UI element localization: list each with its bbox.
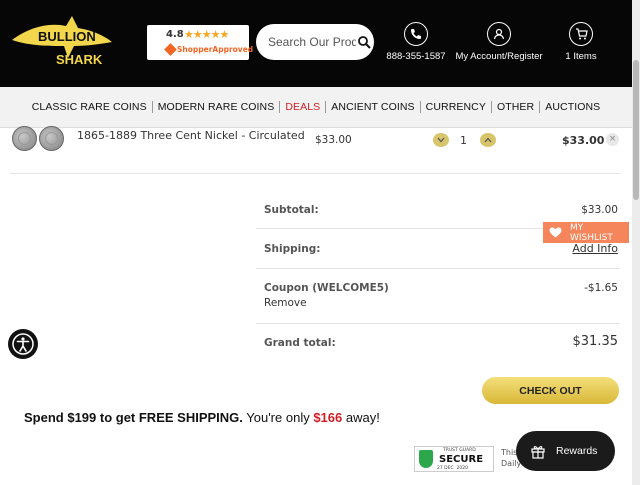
free-shipping-text-end: away! xyxy=(342,410,380,425)
add-shipping-info-link[interactable]: Add Info xyxy=(572,242,618,255)
rewards-label: Rewards xyxy=(556,445,598,457)
phone-link[interactable]: 888-355-1587 xyxy=(382,22,450,62)
grand-total-value: $31.35 xyxy=(572,334,619,349)
search-input[interactable] xyxy=(268,33,356,51)
secure-label: SECURE xyxy=(439,454,484,465)
checkout-button[interactable]: CHECK OUT xyxy=(482,377,619,404)
grand-total-label: Grand total: xyxy=(264,337,336,349)
wishlist-label: MY WISHLIST xyxy=(569,222,613,243)
divider xyxy=(256,323,620,324)
nav-item-currency[interactable]: CURRENCY xyxy=(421,101,492,113)
heart-icon xyxy=(549,227,562,238)
coupon-label: Coupon (WELCOME5) xyxy=(264,282,389,294)
nav-item-modern-rare-coins[interactable]: MODERN RARE COINS xyxy=(153,101,281,113)
account-link[interactable]: My Account/Register xyxy=(455,22,543,62)
free-shipping-message: Spend $199 to get FREE SHIPPING. You're … xyxy=(24,410,380,425)
user-icon xyxy=(487,22,511,46)
remove-item-button[interactable]: × xyxy=(606,133,619,146)
line-total: $33.00 xyxy=(562,134,605,147)
product-image-obverse[interactable] xyxy=(12,126,37,151)
trust-guard-label: TRUST GUARD xyxy=(443,448,476,453)
nav-item-classic-rare-coins[interactable]: CLASSIC RARE COINS xyxy=(27,101,153,113)
quantity-decrease-button[interactable] xyxy=(433,133,449,147)
account-label: My Account/Register xyxy=(455,51,543,62)
wishlist-button[interactable]: MY WISHLIST xyxy=(543,222,629,243)
shipping-label: Shipping: xyxy=(264,243,321,255)
product-image-reverse[interactable] xyxy=(39,126,64,151)
shopper-approved-label: ShopperApproved xyxy=(177,45,254,54)
divider xyxy=(10,173,620,174)
logo-text-top: BULLION xyxy=(38,29,96,44)
trust-guard-date: 27 DEC 2020 xyxy=(437,466,468,471)
phone-icon xyxy=(404,22,428,46)
subtotal-label: Subtotal: xyxy=(264,204,319,216)
cart-count-label: 1 Items xyxy=(565,51,597,62)
rating-stars-icon: ★★★★★ xyxy=(184,28,229,41)
search-icon[interactable] xyxy=(357,35,371,49)
main-nav: CLASSIC RARE COINS MODERN RARE COINS DEA… xyxy=(0,87,632,128)
subtotal-value: $33.00 xyxy=(581,204,618,216)
shield-icon xyxy=(419,450,433,468)
free-shipping-text: You're only xyxy=(242,410,314,425)
cart-link[interactable]: 1 Items xyxy=(560,22,602,62)
chevron-up-icon xyxy=(484,137,492,143)
free-shipping-threshold: Spend $199 to get FREE SHIPPING. xyxy=(24,410,243,425)
divider xyxy=(256,268,620,269)
bullion-shark-logo[interactable]: BULLION SHARK xyxy=(8,14,116,70)
phone-number: 888-355-1587 xyxy=(386,51,446,62)
rating-value: 4.8 xyxy=(166,29,184,40)
nav-item-auctions[interactable]: AUCTIONS xyxy=(540,101,605,113)
nav-item-other[interactable]: OTHER xyxy=(492,101,541,113)
rewards-button[interactable]: Rewards xyxy=(516,431,615,471)
scrollbar-thumb[interactable] xyxy=(633,60,639,200)
nav-item-ancient-coins[interactable]: ANCIENT COINS xyxy=(326,101,421,113)
product-price: $33.00 xyxy=(315,134,352,146)
free-shipping-remaining: $166 xyxy=(313,410,343,425)
shipping-value: Add Info xyxy=(572,242,618,255)
logo-text-bottom: SHARK xyxy=(56,52,103,67)
page-scrollbar[interactable] xyxy=(632,0,640,485)
search-bar xyxy=(256,24,374,60)
quantity-increase-button[interactable] xyxy=(480,133,496,147)
product-name[interactable]: 1865-1889 Three Cent Nickel - Circulated xyxy=(77,129,305,142)
cart-icon xyxy=(569,22,593,46)
shopper-approved-icon xyxy=(164,43,177,56)
gift-icon xyxy=(531,446,545,459)
accessibility-icon xyxy=(12,333,34,355)
accessibility-button[interactable] xyxy=(8,329,38,359)
trust-guard-badge[interactable]: TRUST GUARD SECURE 27 DEC 2020 xyxy=(414,446,494,472)
nav-item-deals[interactable]: DEALS xyxy=(280,101,327,113)
chevron-down-icon xyxy=(437,137,445,143)
shopper-approved-badge[interactable]: 4.8 ★★★★★ ShopperApproved xyxy=(147,25,253,60)
remove-coupon-link[interactable]: Remove xyxy=(264,297,307,309)
quantity-value[interactable]: 1 xyxy=(460,134,467,147)
site-header: BULLION SHARK 4.8 ★★★★★ ShopperApproved … xyxy=(0,0,640,87)
coupon-value: -$1.65 xyxy=(584,282,618,294)
